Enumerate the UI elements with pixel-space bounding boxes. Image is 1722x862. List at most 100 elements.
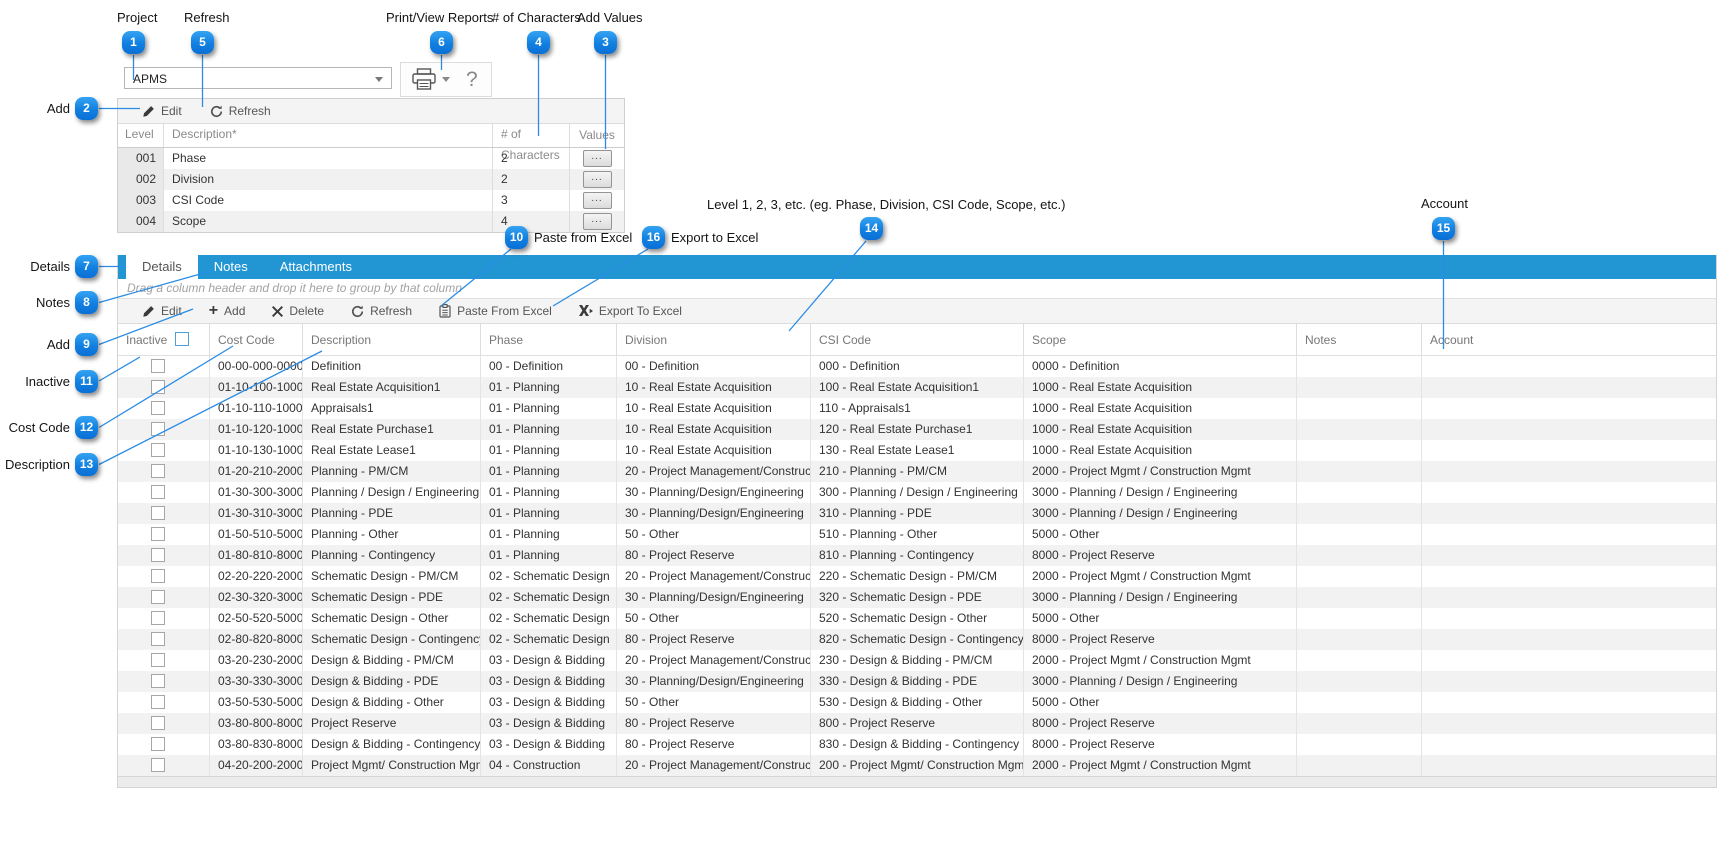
phase-col-header[interactable]: Phase (481, 324, 617, 355)
cell-cost-code: 01-80-810-8000 (210, 545, 303, 566)
scope-col-header[interactable]: Scope (1024, 324, 1297, 355)
export-to-excel-button[interactable]: Export To Excel (578, 304, 682, 318)
callout-badge-5: 5 (191, 31, 214, 54)
inactive-checkbox[interactable] (151, 652, 165, 667)
account-col-header[interactable]: Account (1422, 324, 1716, 355)
cell-notes (1297, 755, 1422, 776)
cell-notes (1297, 356, 1422, 377)
refresh-button[interactable]: Refresh (351, 304, 412, 318)
edit-button[interactable]: Edit (142, 304, 182, 318)
refresh-label: Refresh (370, 304, 413, 318)
division-col-header[interactable]: Division (617, 324, 811, 355)
level-col-header[interactable]: Level # (118, 124, 164, 162)
cell-description: Real Estate Acquisition1 (303, 377, 481, 398)
callout-badge-10: 10 (505, 226, 528, 249)
table-row[interactable]: 03-30-330-3000 Design & Bidding - PDE 03 -… (118, 671, 1716, 692)
table-row[interactable]: 01-10-110-1000 Appraisals1 01 - Planning 10… (118, 398, 1716, 419)
inactive-checkbox[interactable] (151, 379, 165, 394)
level-grid-row[interactable]: 003 CSI Code 3 ... (118, 190, 624, 211)
inactive-checkbox[interactable] (151, 442, 165, 457)
table-row[interactable]: 01-10-100-1000 Real Estate Acquisition1 01… (118, 377, 1716, 398)
inactive-checkbox[interactable] (151, 589, 165, 604)
table-row[interactable]: 02-50-520-5000 Schematic Design - Other 02… (118, 608, 1716, 629)
table-row[interactable]: 02-30-320-3000 Schematic Design - PDE 02 -… (118, 587, 1716, 608)
level-grid-row[interactable]: 001 Phase 2 ... (118, 148, 624, 169)
values-ellipsis-button[interactable]: ... (582, 171, 612, 188)
values-col-header[interactable]: Values (570, 124, 624, 147)
tab-notes[interactable]: Notes (198, 255, 264, 279)
table-row[interactable]: 00-00-000-0000 Definition 00 - Definition 0… (118, 356, 1716, 377)
select-all-checkbox[interactable] (175, 331, 190, 346)
printer-icon[interactable] (411, 68, 437, 91)
table-row[interactable]: 04-20-200-2000 Project Mgmt/ Construction… (118, 755, 1716, 776)
paste-from-excel-button[interactable]: Paste From Excel (439, 304, 552, 318)
level-definition-panel: Edit Refresh Level # Description* # of C… (117, 98, 625, 233)
cell-scope: 3000 - Planning / Design / Engineering (1024, 671, 1297, 692)
tab-attachments[interactable]: Attachments (264, 255, 368, 279)
description-col-header[interactable]: Description (303, 324, 481, 355)
table-row[interactable]: 03-50-530-5000 Design & Bidding - Other 03… (118, 692, 1716, 713)
table-row[interactable]: 01-10-120-1000 Real Estate Purchase1 01 - … (118, 419, 1716, 440)
values-ellipsis-button[interactable]: ... (582, 150, 612, 167)
inactive-checkbox[interactable] (151, 736, 165, 751)
inactive-checkbox[interactable] (151, 568, 165, 583)
table-row[interactable]: 02-80-820-8000 Schematic Design - Conting… (118, 629, 1716, 650)
add-button[interactable]: + Add (208, 302, 246, 319)
inactive-checkbox[interactable] (151, 673, 165, 688)
level-edit-button[interactable]: Edit (142, 104, 182, 118)
table-row[interactable]: 03-80-800-8000 Project Reserve 03 - Design… (118, 713, 1716, 734)
level-refresh-button[interactable]: Refresh (210, 104, 271, 118)
inactive-checkbox[interactable] (151, 358, 165, 373)
values-ellipsis-button[interactable]: ... (582, 192, 612, 209)
cell-cost-code: 03-80-830-8000 (210, 734, 303, 755)
inactive-checkbox[interactable] (151, 757, 165, 772)
cell-csi-code: 310 - Planning - PDE (811, 503, 1024, 524)
plus-icon: + (208, 302, 219, 319)
table-row[interactable]: 03-20-230-2000 Design & Bidding - PM/CM 03… (118, 650, 1716, 671)
level-grid-row[interactable]: 004 Scope 4 ... (118, 211, 624, 232)
table-row[interactable]: 01-30-310-3000 Planning - PDE 01 - Plannin… (118, 503, 1716, 524)
inactive-checkbox[interactable] (151, 526, 165, 541)
inactive-checkbox[interactable] (151, 610, 165, 625)
table-row[interactable]: 01-10-130-1000 Real Estate Lease1 01 - Pla… (118, 440, 1716, 461)
cell-phase: 02 - Schematic Design (481, 608, 617, 629)
inactive-checkbox[interactable] (151, 694, 165, 709)
x-icon (272, 305, 284, 317)
project-dropdown[interactable]: APMS (124, 67, 392, 89)
notes-col-header[interactable]: Notes (1297, 324, 1422, 355)
table-row[interactable]: 03-80-830-8000 Design & Bidding - Conting… (118, 734, 1716, 755)
cell-description: Schematic Design - Contingency (303, 629, 481, 650)
callout-badge-4: 4 (527, 31, 550, 54)
inactive-checkbox[interactable] (151, 400, 165, 415)
values-ellipsis-button[interactable]: ... (582, 213, 612, 230)
cell-csi-code: 120 - Real Estate Purchase1 (811, 419, 1024, 440)
cost-code-col-header[interactable]: Cost Code (210, 324, 303, 355)
cell-csi-code: 510 - Planning - Other (811, 524, 1024, 545)
table-row[interactable]: 02-20-220-2000 Schematic Design - PM/CM 02… (118, 566, 1716, 587)
table-row[interactable]: 01-30-300-3000 Planning / Design / Engine… (118, 482, 1716, 503)
cell-phase: 03 - Design & Bidding (481, 671, 617, 692)
inactive-checkbox[interactable] (151, 505, 165, 520)
inactive-checkbox[interactable] (151, 547, 165, 562)
inactive-col-header[interactable]: Inactive (118, 324, 210, 355)
cell-cost-code: 02-30-320-3000 (210, 587, 303, 608)
delete-button[interactable]: Delete (272, 304, 324, 318)
print-dropdown-caret-icon[interactable] (442, 77, 450, 82)
cell-cost-code: 02-50-520-5000 (210, 608, 303, 629)
inactive-checkbox[interactable] (151, 421, 165, 436)
csi-code-col-header[interactable]: CSI Code (811, 324, 1024, 355)
level-grid-row[interactable]: 002 Division 2 ... (118, 169, 624, 190)
cell-division: 20 - Project Management/Construction Mgm… (617, 650, 811, 671)
description-col-header[interactable]: Description* (164, 124, 493, 147)
cell-notes (1297, 398, 1422, 419)
inactive-checkbox[interactable] (151, 631, 165, 646)
table-row[interactable]: 01-80-810-8000 Planning - Contingency 01 -… (118, 545, 1716, 566)
inactive-checkbox[interactable] (151, 484, 165, 499)
table-row[interactable]: 01-20-210-2000 Planning - PM/CM 01 - Plann… (118, 461, 1716, 482)
inactive-checkbox[interactable] (151, 715, 165, 730)
table-row[interactable]: 01-50-510-5000 Planning - Other 01 - Plann… (118, 524, 1716, 545)
tab-details[interactable]: Details (126, 255, 198, 279)
chars-col-header[interactable]: # of Characters (493, 124, 570, 162)
help-icon[interactable]: ? (466, 69, 478, 90)
inactive-checkbox[interactable] (151, 463, 165, 478)
